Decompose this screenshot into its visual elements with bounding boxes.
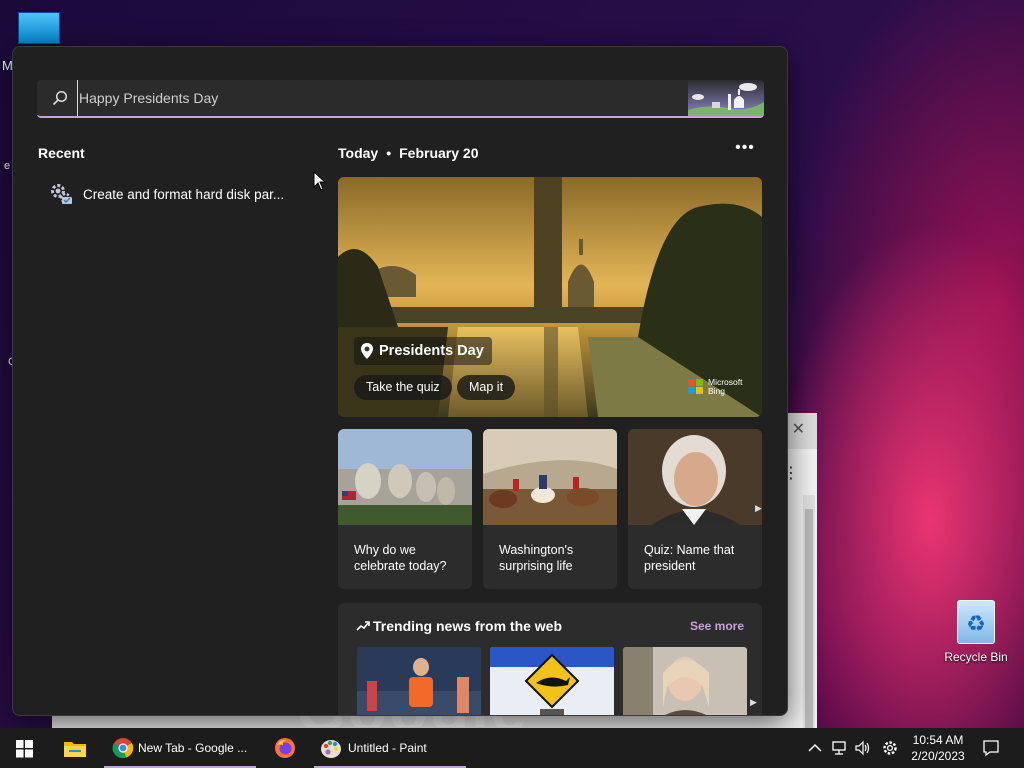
trending-news-thumbnail[interactable] [623,647,747,715]
desktop-icon-label-partial: e [4,160,11,172]
close-icon[interactable]: ✕ [792,419,805,439]
file-explorer-icon [64,742,86,757]
taskbar-firefox[interactable] [266,728,304,768]
chrome-icon [112,738,134,759]
chevron-right-icon[interactable]: ▶ [750,697,757,708]
recent-heading: Recent [38,145,85,161]
notification-center-icon[interactable] [982,739,1000,757]
today-label: Today [338,145,379,161]
settings-gear-icon [51,184,72,204]
trending-news-thumbnail[interactable] [490,647,614,715]
runner-image [357,647,481,715]
jefferson-portrait-image [628,429,762,525]
card-title-line: Quiz: Name that [644,543,735,557]
chevron-right-icon[interactable]: ▶ [755,503,762,514]
taskbar-item-label: Untitled - Paint [348,741,427,755]
taskbar-file-explorer[interactable] [56,728,94,768]
system-clock[interactable]: 10:54 AM 2/20/2023 [906,732,970,764]
presidents-day-illustration-icon [688,80,764,116]
card-title-line: Washington's [499,543,574,557]
clock-time: 10:54 AM [912,733,964,747]
card-title: Quiz: Name that president [644,542,754,574]
card-washington-life[interactable]: Washington's surprising life [483,429,617,589]
settings-gear-icon[interactable] [881,739,899,757]
trending-news-section: Trending news from the web See more ▶ [338,603,762,715]
windows-search-panel: Recent Create and format hard disk par..… [12,46,788,716]
trending-arrow-icon [356,621,370,631]
map-it-button[interactable]: Map it [457,375,516,400]
search-input[interactable] [77,80,677,116]
presidents-day-hero-card[interactable]: Presidents Day Take the quiz Map it Micr… [338,177,762,417]
microsoft-logo-icon [688,379,703,394]
clock-date: 2/20/2023 [911,749,965,763]
card-title: Washington's surprising life [499,542,609,574]
network-icon[interactable] [830,739,848,757]
take-quiz-button[interactable]: Take the quiz [354,375,452,400]
mount-rushmore-image [338,429,472,525]
location-pin-icon [361,343,373,359]
recycle-bin-icon: ♻ [957,600,995,644]
taskbar: New Tab - Google ... Untitled - Paint 10… [0,728,1024,768]
scrollbar-thumb[interactable] [805,509,813,749]
firefox-icon [275,738,295,758]
taskbar-item-label: New Tab - Google ... [138,741,248,755]
more-options-button[interactable]: ••• [735,139,755,159]
see-more-link[interactable]: See more [690,619,744,633]
card-title-line: president [644,559,696,573]
hero-title: Presidents Day [379,343,484,359]
bing-logo-text: Microsoft Bing [708,378,742,396]
woman-portrait-image [623,647,747,715]
volume-icon[interactable] [854,739,872,757]
card-title-line: surprising life [499,559,573,573]
search-box[interactable] [37,80,764,118]
today-header: Today • February 20 [338,145,478,161]
today-date: February 20 [399,145,479,161]
card-quiz-president[interactable]: Quiz: Name that president [628,429,762,589]
search-icon [52,90,68,106]
taskbar-chrome-new-tab[interactable]: New Tab - Google ... [104,728,256,768]
card-title-line: celebrate today? [354,559,447,573]
recent-item-disk-partitions[interactable]: Create and format hard disk par... [47,177,305,211]
desktop-computer-icon[interactable] [18,12,60,44]
card-why-celebrate[interactable]: Why do we celebrate today? [338,429,472,589]
bing-logo-text-line-2: Bing [708,386,726,396]
windows-start-icon[interactable] [8,738,40,760]
separator-dot: • [386,145,392,161]
hero-title-pill[interactable]: Presidents Day [354,337,492,365]
mouse-cursor-icon [313,171,327,191]
card-title: Why do we celebrate today? [354,542,464,574]
washington-painting-image [483,429,617,525]
trending-title: Trending news from the web [373,618,563,634]
more-horizontal-icon: ••• [735,139,755,156]
chevron-up-icon[interactable] [806,739,824,757]
paint-icon [321,740,341,758]
recycle-bin-shortcut[interactable]: ♻ Recycle Bin [940,600,1012,664]
recycle-bin-label: Recycle Bin [944,650,1008,664]
trending-news-thumbnail[interactable] [357,647,481,715]
microsoft-bing-logo: Microsoft Bing [688,377,748,397]
recent-item-label: Create and format hard disk par... [83,187,285,202]
scrollbar[interactable] [803,495,815,749]
card-title-line: Why do we [354,543,416,557]
taskbar-paint[interactable]: Untitled - Paint [314,728,466,768]
shark-sign-image [490,647,614,715]
